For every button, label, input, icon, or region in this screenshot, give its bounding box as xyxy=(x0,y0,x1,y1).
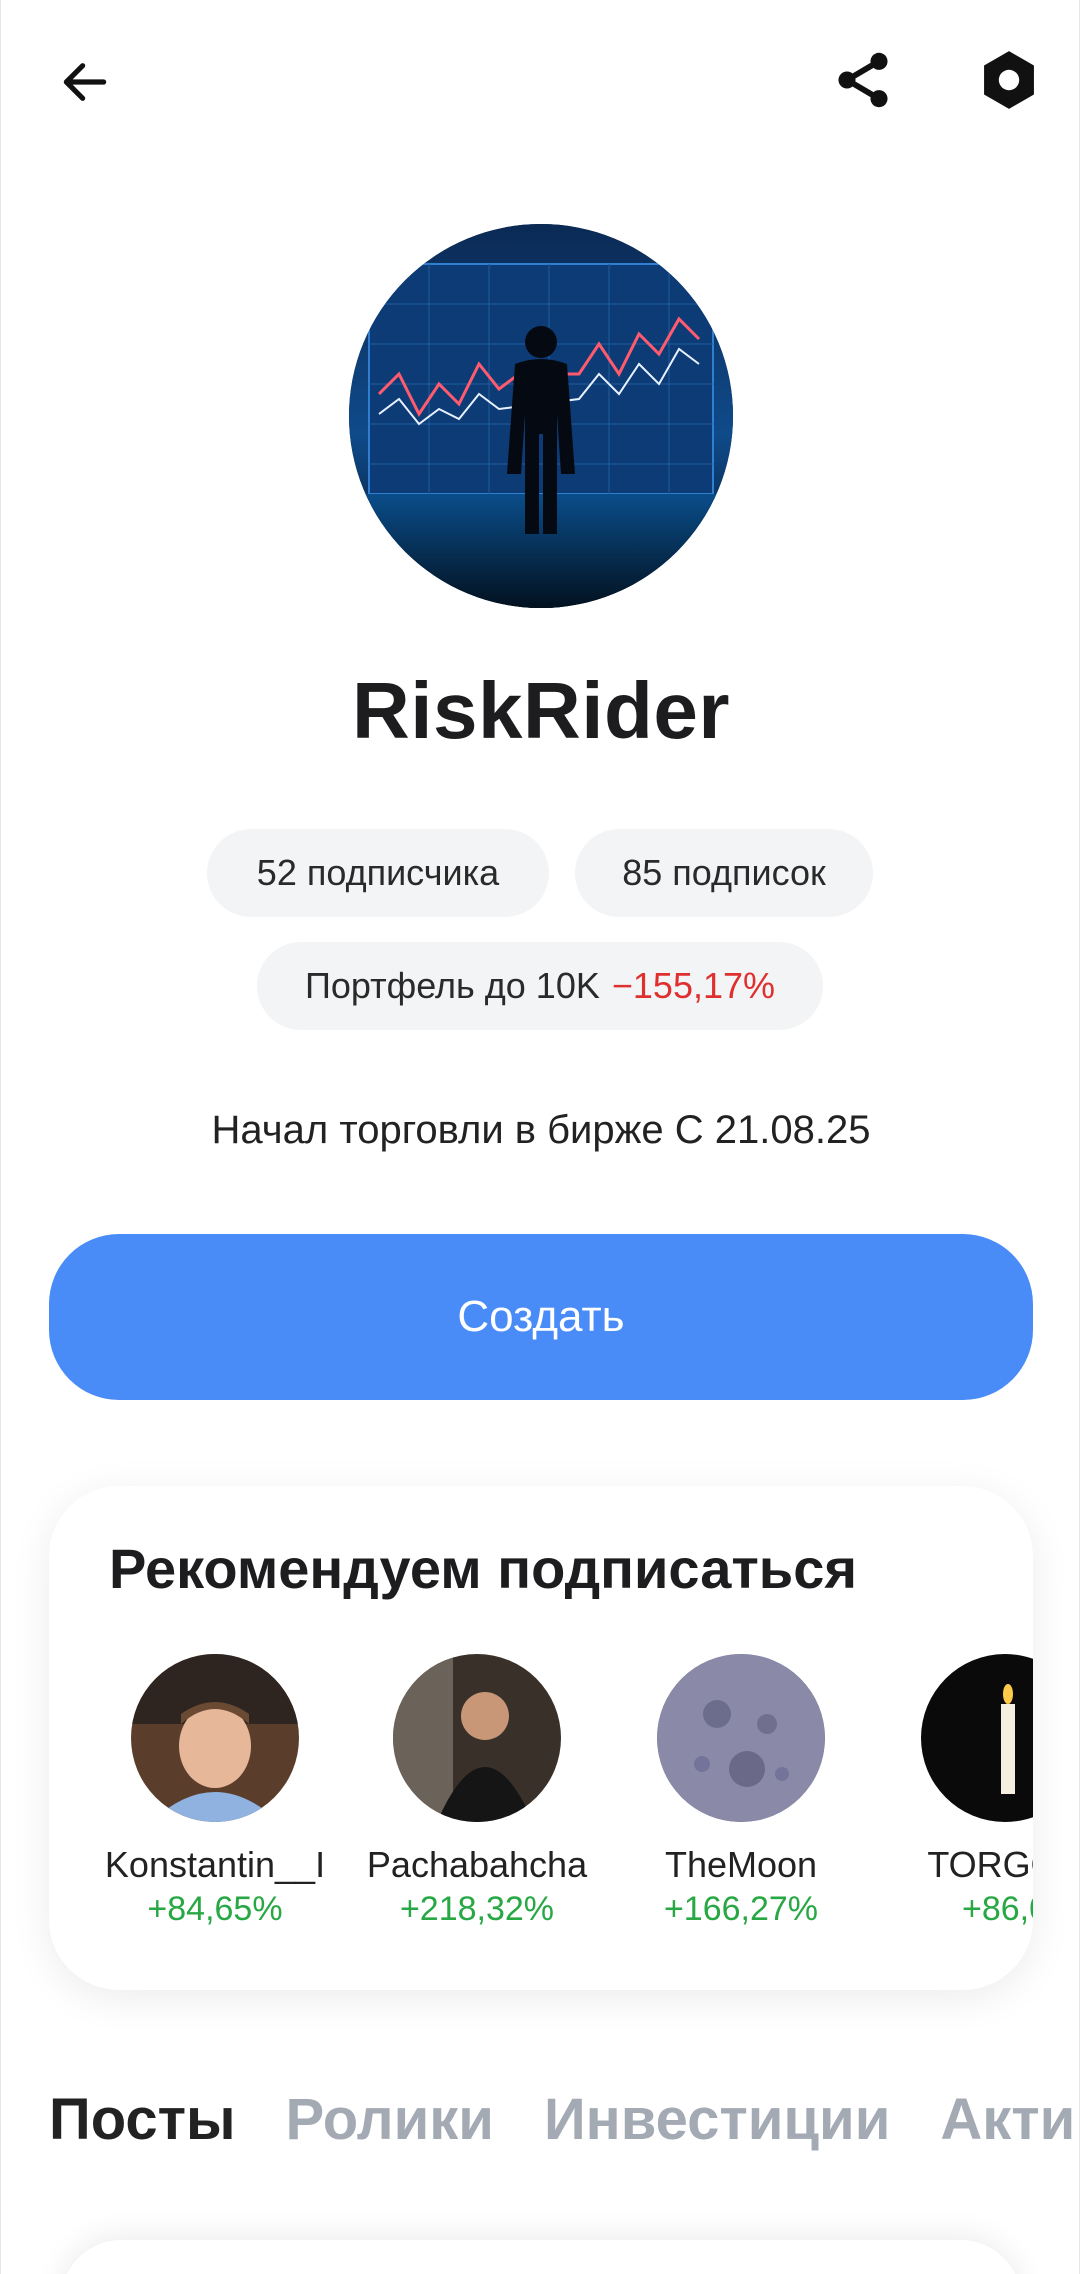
avatar[interactable] xyxy=(657,1654,825,1822)
back-button[interactable] xyxy=(47,44,123,120)
tab-reels[interactable]: Ролики xyxy=(286,2086,494,2166)
subscribers-chip[interactable]: 52 подписчика xyxy=(207,829,549,917)
subscriptions-chip[interactable]: 85 подписок xyxy=(575,829,873,917)
recommendation-item[interactable]: Pachabahcha +218,32% xyxy=(357,1654,597,1929)
recommendation-name: TORGOV xyxy=(927,1844,1033,1885)
settings-button[interactable] xyxy=(965,40,1053,120)
hexagon-settings-icon xyxy=(984,51,1034,109)
recommendations-list[interactable]: Konstantin__I +84,65% Pachabahcha +218,3… xyxy=(49,1654,1033,1954)
recommendation-name: TheMoon xyxy=(664,1844,818,1885)
post-card-peek xyxy=(61,2240,1021,2274)
tab-activity[interactable]: Акти xyxy=(940,2086,1075,2166)
avatar[interactable] xyxy=(393,1654,561,1822)
recommendation-item[interactable]: Konstantin__I +84,65% xyxy=(95,1654,335,1929)
profile-tabs: Посты Ролики Инвестиции Акти xyxy=(49,2086,1075,2166)
recommendation-gain: +166,27% xyxy=(663,1890,819,1928)
create-button[interactable]: Создать xyxy=(49,1234,1033,1400)
recommendation-item[interactable]: TORGOV +86,0 xyxy=(885,1654,1033,1929)
recommendation-gain: +218,32% xyxy=(399,1890,555,1928)
recommendation-name: Konstantin__I xyxy=(104,1844,326,1885)
profile-avatar[interactable] xyxy=(349,224,733,608)
recommendation-gain: +86,0 xyxy=(961,1890,1033,1928)
recommendations-card: Рекомендуем подписаться Konstantin__I +8… xyxy=(49,1486,1033,1990)
avatar[interactable] xyxy=(131,1654,299,1822)
profile-bio: Начал торговли в бирже С 21.08.25 xyxy=(211,1108,871,1152)
tab-investments[interactable]: Инвестиции xyxy=(544,2086,890,2166)
portfolio-chip[interactable]: Портфель до 10K −155,17% xyxy=(257,942,823,1030)
subscriptions-count: 85 подписок xyxy=(622,852,826,893)
share-button[interactable] xyxy=(823,40,903,120)
share-icon xyxy=(838,52,888,108)
recommendation-gain: +84,65% xyxy=(147,1890,283,1928)
profile-screen: RiskRider 52 подписчика 85 подписок Порт… xyxy=(0,0,1080,2274)
recommendation-name: Pachabahcha xyxy=(366,1844,588,1885)
portfolio-label: Портфель до 10K xyxy=(304,965,600,1006)
trader-chart-image xyxy=(349,224,733,608)
recommendation-item[interactable]: TheMoon +166,27% xyxy=(621,1654,861,1929)
tab-posts[interactable]: Посты xyxy=(49,2086,236,2166)
portfolio-change: −155,17% xyxy=(611,965,776,1006)
recommendations-title: Рекомендуем подписаться xyxy=(109,1537,858,1600)
subscribers-count: 52 подписчика xyxy=(256,852,500,893)
avatar[interactable] xyxy=(921,1654,1033,1822)
username: RiskRider xyxy=(352,666,730,755)
arrow-left-icon xyxy=(63,63,107,101)
